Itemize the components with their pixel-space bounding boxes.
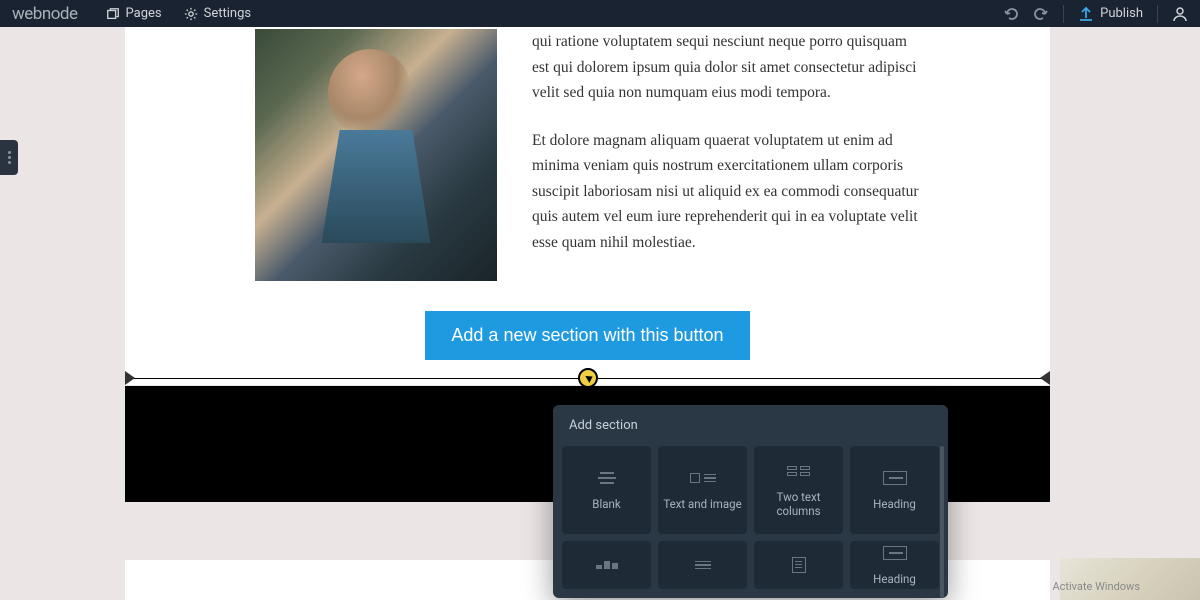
section-separator[interactable] [125, 370, 1050, 386]
section-option-6[interactable] [658, 541, 747, 589]
resize-handle-right[interactable] [1040, 371, 1050, 385]
watermark-line1: Activate Windows [1052, 580, 1140, 594]
scrollbar[interactable] [940, 446, 944, 598]
gear-icon [184, 7, 198, 21]
option-label: Text and image [659, 497, 745, 511]
document-icon [792, 556, 806, 574]
content-section[interactable]: qui ratione voluptatem sequi nesciunt ne… [125, 27, 1050, 301]
publish-label: Publish [1100, 6, 1143, 21]
publish-button[interactable]: Publish [1078, 6, 1143, 22]
option-label: Heading [869, 572, 920, 586]
topbar: webnode Pages Settings Publish [0, 0, 1200, 27]
option-label: Blank [588, 497, 624, 511]
upload-icon [1078, 6, 1094, 22]
heading-icon [883, 469, 907, 487]
dots-icon [8, 151, 11, 164]
section-option-two-columns[interactable]: Two text columns [754, 446, 843, 534]
section-option-text-image[interactable]: Text and image [658, 446, 747, 534]
section-option-heading[interactable]: Heading [850, 446, 939, 534]
option-label: Two text columns [754, 490, 843, 519]
content-image[interactable] [255, 29, 497, 281]
redo-icon[interactable] [1033, 6, 1049, 22]
heading-icon [883, 544, 907, 562]
settings-label: Settings [204, 6, 251, 21]
resize-handle-left[interactable] [125, 371, 135, 385]
insert-section-handle[interactable] [578, 368, 598, 388]
add-section-popup: Add section Blank Text and image Two tex… [553, 405, 948, 598]
logo: webnode [12, 4, 78, 24]
side-panel-toggle[interactable] [0, 140, 18, 175]
blank-icon [598, 469, 616, 487]
undo-icon[interactable] [1003, 6, 1019, 22]
two-columns-icon [787, 462, 810, 480]
paragraph-1: qui ratione voluptatem sequi nesciunt ne… [532, 29, 920, 106]
paragraph-2: Et dolore magnam aliquam quaerat volupta… [532, 128, 920, 256]
popup-title: Add section [553, 405, 948, 446]
page-canvas: qui ratione voluptatem sequi nesciunt ne… [125, 27, 1050, 385]
option-label: Heading [869, 497, 920, 511]
pages-menu[interactable]: Pages [106, 6, 162, 21]
divider [1063, 5, 1064, 23]
section-option-5[interactable] [562, 541, 651, 589]
pages-label: Pages [126, 6, 162, 21]
list-icon [695, 556, 711, 574]
settings-menu[interactable]: Settings [184, 6, 251, 21]
section-option-blank[interactable]: Blank [562, 446, 651, 534]
user-icon[interactable] [1172, 6, 1188, 22]
chart-icon [596, 556, 618, 574]
popup-grid: Blank Text and image Two text columns He… [553, 446, 948, 598]
content-text[interactable]: qui ratione voluptatem sequi nesciunt ne… [532, 29, 920, 278]
pages-icon [106, 7, 120, 21]
section-option-7[interactable] [754, 541, 843, 589]
topbar-right: Publish [1003, 5, 1188, 23]
section-option-heading-2[interactable]: Heading [850, 541, 939, 589]
text-image-icon [690, 469, 716, 487]
divider [1157, 5, 1158, 23]
windows-watermark: Activate Windows [1052, 580, 1140, 594]
add-section-cta-button[interactable]: Add a new section with this button [425, 311, 749, 360]
